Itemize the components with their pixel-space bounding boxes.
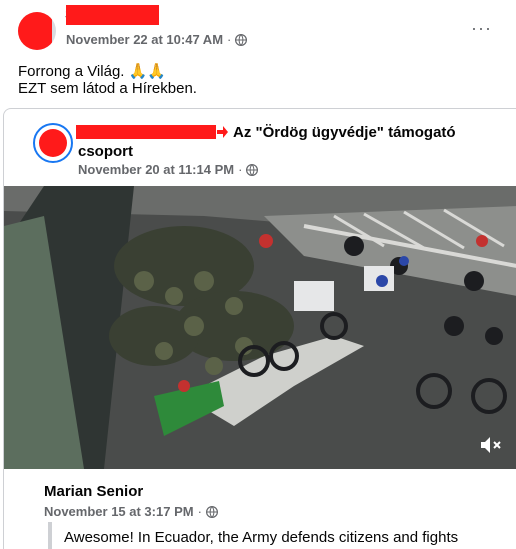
mute-icon[interactable] (480, 436, 502, 454)
globe-icon[interactable] (205, 505, 218, 518)
more-options-icon[interactable]: ··· (471, 18, 492, 39)
video-player[interactable] (4, 186, 516, 469)
post-timestamp[interactable]: November 22 at 10:47 AM (66, 32, 223, 47)
comment-meta: November 15 at 3:17 PM · (44, 504, 218, 519)
shared-author-avatar[interactable] (33, 123, 73, 163)
meta-separator: · (227, 32, 232, 47)
shared-post-card[interactable]: Az "Ördög ügyvédje" támogató csoport Nov… (3, 108, 516, 549)
post-meta: November 22 at 10:47 AM · (66, 32, 248, 47)
group-name[interactable]: Az "Ördög ügyvédje" támogató (233, 123, 456, 143)
comment-text: Awesome! In Ecuador, the Army defends ci… (64, 529, 459, 546)
redaction-block (39, 129, 67, 157)
shared-post-meta: November 20 at 11:14 PM · (78, 162, 259, 177)
post-text-line-1: Forrong a Világ. 🙏🙏 (18, 63, 166, 80)
post-text-line-2: EZT sem látod a Hírekben. (18, 80, 197, 97)
shared-timestamp[interactable]: November 20 at 11:14 PM (78, 162, 234, 177)
quoted-comment: Marian Senior November 15 at 3:17 PM · A… (4, 469, 516, 549)
post-header: S November 22 at 10:47 AM · ··· (0, 0, 516, 56)
comment-timestamp[interactable]: November 15 at 3:17 PM (44, 504, 194, 519)
post-body: Forrong a Világ. 🙏🙏 EZT sem látod a Híre… (18, 63, 197, 97)
redaction-block (18, 12, 52, 50)
comment-author[interactable]: Marian Senior (44, 483, 143, 500)
author-name-redaction (66, 5, 159, 25)
globe-icon[interactable] (246, 163, 259, 176)
quote-bar (48, 522, 52, 549)
group-name-continued[interactable]: csoport (78, 142, 133, 162)
shared-author-name-redaction (76, 125, 216, 139)
author-avatar[interactable] (18, 12, 56, 50)
globe-icon[interactable] (235, 33, 248, 46)
meta-separator: · (238, 162, 243, 177)
video-frame (4, 186, 516, 469)
meta-separator: · (197, 504, 202, 519)
arrow-right-icon (217, 126, 228, 138)
